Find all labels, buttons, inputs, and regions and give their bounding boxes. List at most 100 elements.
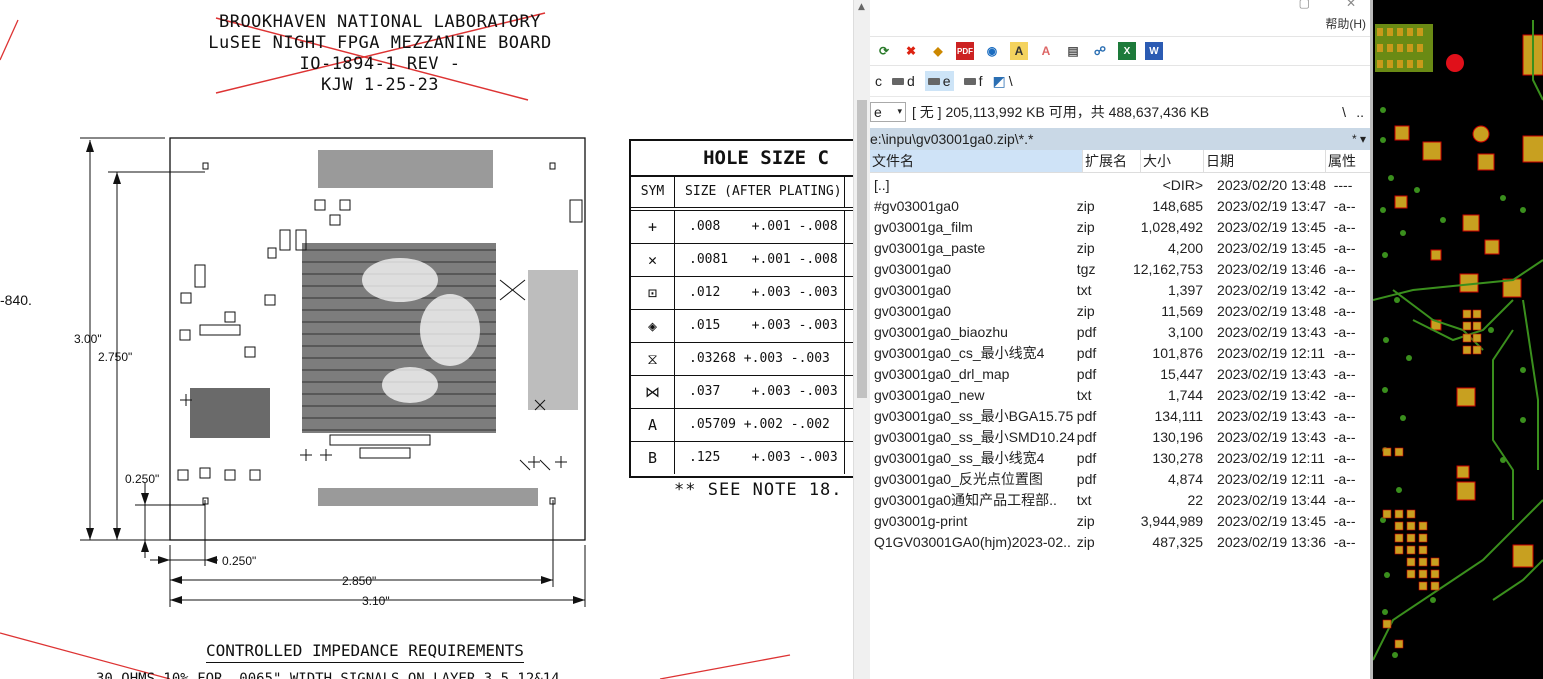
globe-icon[interactable]: ◉ [983, 42, 1001, 60]
drive-label: f [978, 73, 983, 89]
file-name: gv03001ga_paste [874, 240, 986, 256]
drive-select[interactable]: e ▾ [870, 101, 906, 122]
file-attr: -a-- [1333, 534, 1356, 550]
drive-f[interactable]: f [963, 73, 983, 89]
file-row[interactable]: gv03001ga0_new txt 1,744 2023/02/19 13:42 -a… [870, 385, 1372, 406]
side-text: -840. [0, 292, 32, 308]
letter-a-icon[interactable]: A [1010, 42, 1028, 60]
color-icon[interactable]: ◆ [929, 42, 947, 60]
excel-icon[interactable]: X [1118, 42, 1136, 60]
file-attr: -a-- [1333, 450, 1356, 466]
file-row[interactable]: gv03001ga0_ss_最小SMD10.24 pdf 130,196 2023/0… [870, 427, 1372, 448]
title-line: IO-1894-1 REV - [299, 54, 461, 74]
col-sym: SYM [631, 177, 675, 207]
drive-d[interactable]: d [892, 73, 915, 89]
file-row[interactable]: gv03001ga0通知产品工程部.. txt 22 2023/02/19 13:44… [870, 490, 1372, 511]
drawing-title-block: BROOKHAVEN NATIONAL LABORATORY LuSEE NIG… [170, 12, 590, 96]
scroll-up-icon[interactable]: ▲ [858, 2, 865, 12]
col-date[interactable]: 日期 [1204, 150, 1326, 172]
file-row[interactable]: gv03001ga0_biaozhu pdf 3,100 2023/02/19 13:… [870, 322, 1372, 343]
file-row[interactable]: gv03001ga0_drl_map pdf 15,447 2023/02/19 13… [870, 364, 1372, 385]
hole-size: .012 +.003 -.003 [675, 277, 845, 309]
up-button[interactable]: .. [1356, 104, 1364, 120]
file-name: gv03001ga0_new [874, 387, 985, 403]
file-row[interactable]: #gv03001ga0 zip 148,685 2023/02/19 13:47 -a-… [870, 196, 1372, 217]
dim-height-inner: 2.750" [98, 350, 133, 364]
hole-table-title: HOLE SIZE C [631, 141, 853, 177]
file-date: 2023/02/19 13:45 [1217, 513, 1327, 529]
refresh-icon[interactable]: ⟳ [875, 42, 893, 60]
file-attr: -a-- [1333, 282, 1356, 298]
col-attr[interactable]: 属性 [1326, 150, 1372, 172]
dim-width-inner: 2.850" [342, 574, 377, 588]
file-name: gv03001ga_film [874, 219, 973, 235]
file-attr: -a-- [1333, 408, 1356, 424]
file-ext: pdf [1076, 345, 1097, 361]
file-date: 2023/02/19 12:11 [1217, 450, 1325, 466]
drive-select-value: e [874, 103, 882, 120]
hole-size: .0081 +.001 -.008 [675, 244, 845, 276]
col-size: SIZE (AFTER PLATING) [675, 177, 845, 207]
col-size[interactable]: 大小 [1141, 150, 1204, 172]
file-row[interactable]: gv03001ga0_cs_最小线宽4 pdf 101,876 2023/02/19 … [870, 343, 1372, 364]
col-ext[interactable]: 扩展名 [1083, 150, 1141, 172]
file-ext: zip [1076, 219, 1095, 235]
letter-a2-icon[interactable]: A [1037, 42, 1055, 60]
menu-help[interactable]: 帮助(H) [1325, 15, 1366, 32]
pdf-icon[interactable]: PDF [956, 42, 974, 60]
file-ext: pdf [1076, 324, 1097, 340]
hole-table-row: ✕ .0081 +.001 -.008 [631, 244, 853, 277]
col-name[interactable]: 文件名 [870, 150, 1083, 172]
file-row[interactable]: gv03001ga0_反光点位置图 pdf 4,874 2023/02/19 12:1… [870, 469, 1372, 490]
file-name: gv03001ga0_ss_最小SMD10.24 [874, 429, 1075, 445]
drive-label: \ [1008, 73, 1013, 89]
hole-table-row: ⧖ .03268 +.003 -.003 [631, 343, 853, 376]
current-path: e:\inpu\gv03001ga0.zip\*.* [870, 131, 1034, 147]
close-icon[interactable]: ✕ [1346, 0, 1356, 10]
filter-button[interactable]: * ▾ [1352, 132, 1366, 146]
file-row[interactable]: gv03001g-print zip 3,944,989 2023/02/19 13:… [870, 511, 1372, 532]
file-name: gv03001ga0_biaozhu [874, 324, 1008, 340]
file-name: gv03001ga0_drl_map [874, 366, 1010, 382]
drive-c[interactable]: c [875, 73, 882, 89]
file-row[interactable]: Q1GV03001GA0(hjm)2023-02.. zip 487,325 2023… [870, 532, 1372, 553]
file-size: 4,200 [1167, 240, 1204, 256]
file-attr: -a-- [1333, 198, 1356, 214]
file-row[interactable]: gv03001ga0 tgz 12,162,753 2023/02/19 13:46-… [870, 259, 1372, 280]
network-icon[interactable]: ☍ [1091, 42, 1109, 60]
file-date: 2023/02/19 13:36 [1217, 534, 1327, 550]
menu-area: ▢ ✕ 帮助(H) [870, 0, 1372, 36]
file-name: gv03001ga0_ss_最小BGA15.75 [874, 408, 1074, 424]
file-row[interactable]: gv03001ga0 zip 11,569 2023/02/19 13:48 -a-- [870, 301, 1372, 322]
printer-icon[interactable]: ▤ [1064, 42, 1082, 60]
scrollbar-thumb[interactable] [857, 100, 867, 398]
hole-size: .008 +.001 -.008 [675, 211, 845, 243]
file-row[interactable]: gv03001ga0 txt 1,397 2023/02/19 13:42 -a-- [870, 280, 1372, 301]
file-manager-window: ▢ ✕ 帮助(H) ⟳ ✖ ◆ PDF ◉ A A ▤ ☍ X W c d e … [870, 0, 1372, 679]
drawing-scrollbar[interactable]: ▲ [853, 0, 871, 679]
column-headers: 文件名 扩展名 大小 日期 属性 [870, 150, 1372, 173]
title-line: BROOKHAVEN NATIONAL LABORATORY [218, 12, 542, 32]
file-row[interactable]: gv03001ga_film zip 1,028,492 2023/02/19 13:… [870, 217, 1372, 238]
word-icon[interactable]: W [1145, 42, 1163, 60]
file-size: 15,447 [1160, 366, 1204, 382]
hole-symbol: + [631, 211, 675, 243]
drive-e[interactable]: e [924, 71, 954, 91]
hole-table-row: A .05709 +.002 -.002 [631, 409, 853, 442]
file-size: 487,325 [1152, 534, 1204, 550]
file-name: gv03001ga0_反光点位置图 [874, 471, 1043, 487]
restore-icon[interactable]: ▢ [1299, 0, 1310, 10]
file-ext: txt [1076, 492, 1092, 508]
file-name: gv03001ga0_cs_最小线宽4 [874, 345, 1045, 361]
file-row[interactable]: gv03001ga_paste zip 4,200 2023/02/19 13:45-… [870, 238, 1372, 259]
root-button[interactable]: \ [1342, 104, 1346, 120]
file-attr: -a-- [1333, 261, 1356, 277]
file-row[interactable]: gv03001ga0_ss_最小线宽4 pdf 130,278 2023/02/19 … [870, 448, 1372, 469]
file-row[interactable]: gv03001ga0_ss_最小BGA15.75 pdf 134,111 2023/0… [870, 406, 1372, 427]
hole-size: .037 +.003 -.003 [675, 376, 845, 408]
current-path-bar[interactable]: e:\inpu\gv03001ga0.zip\*.* * ▾ [870, 128, 1372, 150]
drive-network[interactable]: ◩ \ [992, 73, 1012, 90]
file-row[interactable]: [..] <DIR> 2023/02/20 13:48 ---- [870, 175, 1372, 196]
hole-symbol: ⧖ [631, 343, 675, 375]
delete-icon[interactable]: ✖ [902, 42, 920, 60]
